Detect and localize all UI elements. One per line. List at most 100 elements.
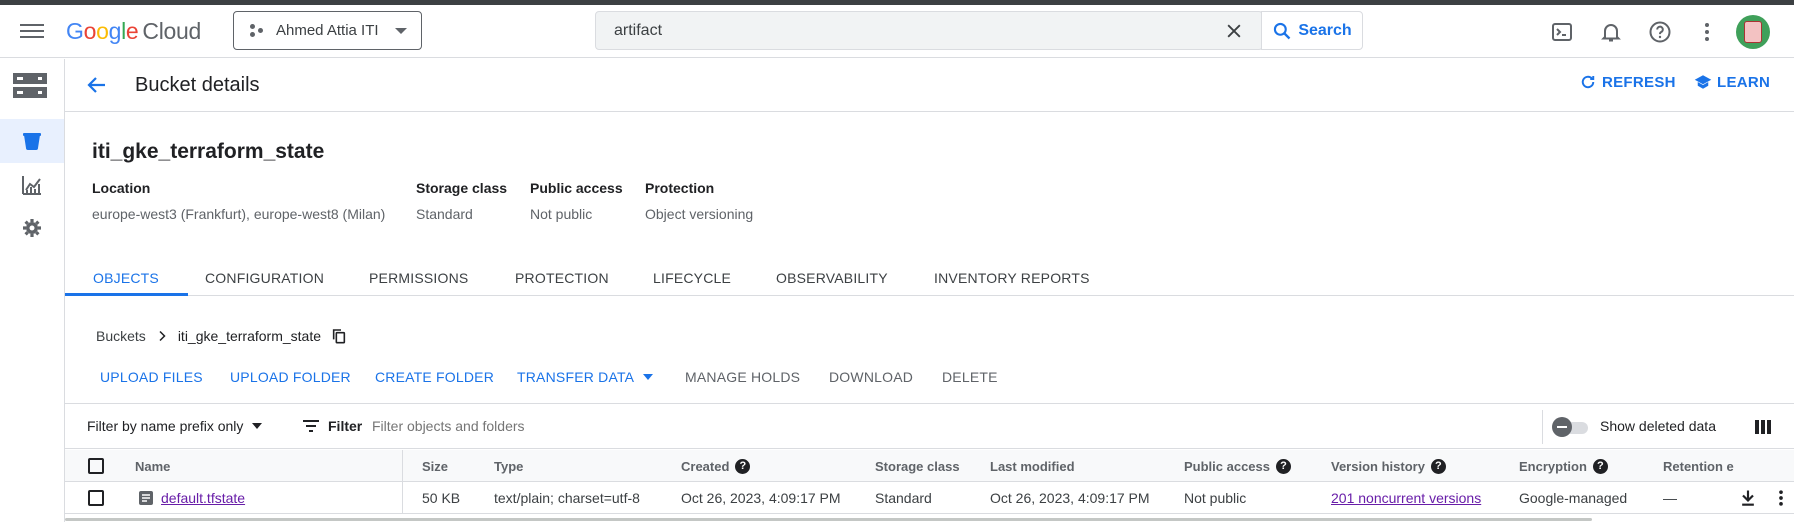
chevron-down-icon xyxy=(643,374,654,380)
tab-lifecycle[interactable]: LIFECYCLE xyxy=(653,270,731,286)
col-version-history[interactable]: Version history? xyxy=(1331,459,1446,474)
bell-icon[interactable] xyxy=(1599,20,1623,44)
cell-public-access: Not public xyxy=(1184,490,1247,506)
tab-protection[interactable]: PROTECTION xyxy=(515,270,609,286)
col-created[interactable]: Created? xyxy=(681,459,751,474)
help-icon[interactable]: ? xyxy=(1430,459,1446,474)
transfer-data-button[interactable]: TRANSFER DATA xyxy=(517,369,654,385)
meta-label: Location xyxy=(92,180,151,196)
download-button[interactable]: DOWNLOAD xyxy=(829,369,913,385)
left-rail xyxy=(0,59,65,522)
filter-input[interactable] xyxy=(372,416,1272,436)
school-icon xyxy=(1694,75,1712,89)
search-button-label: Search xyxy=(1298,21,1352,39)
settings-icon[interactable] xyxy=(20,216,44,240)
cell-created: Oct 26, 2023, 4:09:17 PM xyxy=(681,490,841,506)
copy-icon[interactable] xyxy=(331,328,347,344)
learn-button[interactable]: LEARN xyxy=(1694,73,1770,91)
page-title: Bucket details xyxy=(135,74,260,96)
help-icon[interactable] xyxy=(1648,20,1672,44)
filter-label: Filter xyxy=(328,418,363,434)
table-header: Name Size Type Created? Storage class La… xyxy=(65,450,1794,514)
meta-value: Object versioning xyxy=(645,206,754,222)
page-header: Bucket details REFRESH LEARN xyxy=(65,59,1794,112)
cell-last-modified: Oct 26, 2023, 4:09:17 PM xyxy=(990,490,1150,506)
filter-mode-select[interactable]: Filter by name prefix only xyxy=(87,418,263,434)
google-cloud-logo[interactable]: Google Cloud xyxy=(66,18,201,45)
meta-label: Public access xyxy=(530,180,623,196)
breadcrumb-buckets[interactable]: Buckets xyxy=(96,328,146,344)
more-vert-icon[interactable] xyxy=(1695,20,1719,44)
filter-button[interactable]: Filter xyxy=(302,418,362,434)
project-name: Ahmed Attia ITI xyxy=(276,22,379,39)
row-checkbox[interactable] xyxy=(88,490,104,506)
refresh-icon xyxy=(1581,75,1595,89)
search-icon xyxy=(1274,22,1291,39)
cell-size: 50 KB xyxy=(422,490,461,506)
cell-retention: — xyxy=(1663,490,1677,506)
col-retention[interactable]: Retention e xyxy=(1663,459,1753,474)
learn-label: LEARN xyxy=(1717,73,1771,91)
app-header: GoogleCloud Ahmed Attia ITI Search xyxy=(0,5,1794,58)
col-name[interactable]: Name xyxy=(135,459,170,474)
back-arrow-icon[interactable] xyxy=(85,73,109,97)
meta-label: Protection xyxy=(645,180,715,196)
filter-bar: Filter by name prefix only Filter Show d… xyxy=(65,403,1794,449)
tab-bar: OBJECTS CONFIGURATION PERMISSIONS PROTEC… xyxy=(65,264,1794,296)
avatar[interactable] xyxy=(1736,15,1770,49)
meta-value: europe-west3 (Frankfurt), europe-west8 (… xyxy=(92,206,386,222)
meta-protection: Protection Object versioning xyxy=(645,180,753,222)
col-encryption[interactable]: Encryption? xyxy=(1519,459,1608,474)
help-icon[interactable]: ? xyxy=(735,459,751,474)
refresh-label: REFRESH xyxy=(1602,73,1676,91)
select-all-checkbox[interactable] xyxy=(88,458,104,474)
transfer-data-label: TRANSFER DATA xyxy=(517,369,635,385)
meta-value: Standard xyxy=(416,206,473,222)
tab-observability[interactable]: OBSERVABILITY xyxy=(776,270,888,286)
monitoring-icon[interactable] xyxy=(20,173,44,197)
col-storage-class[interactable]: Storage class xyxy=(875,459,960,474)
tab-configuration[interactable]: CONFIGURATION xyxy=(205,270,324,286)
version-history-link[interactable]: 201 noncurrent versions xyxy=(1331,490,1481,506)
project-icon xyxy=(250,23,264,38)
menu-icon[interactable] xyxy=(20,21,44,41)
manage-holds-button[interactable]: MANAGE HOLDS xyxy=(685,369,800,385)
show-deleted-label: Show deleted data xyxy=(1600,418,1716,434)
col-last-modified[interactable]: Last modified xyxy=(990,459,1075,474)
divider xyxy=(1542,410,1543,444)
meta-public-access: Public access Not public xyxy=(530,180,623,222)
terminal-icon[interactable] xyxy=(1550,20,1574,44)
horizontal-scrollbar[interactable] xyxy=(65,518,1592,521)
storage-icon[interactable] xyxy=(12,71,48,101)
tab-permissions[interactable]: PERMISSIONS xyxy=(369,270,468,286)
col-type[interactable]: Type xyxy=(494,459,523,474)
col-size[interactable]: Size xyxy=(422,459,448,474)
object-name-link[interactable]: default.tfstate xyxy=(161,490,245,506)
bucket-icon[interactable] xyxy=(20,129,44,153)
refresh-button[interactable]: REFRESH xyxy=(1579,73,1676,91)
cell-storage-class: Standard xyxy=(875,490,932,506)
help-icon[interactable]: ? xyxy=(1592,459,1608,474)
upload-files-button[interactable]: UPLOAD FILES xyxy=(100,369,203,385)
upload-folder-button[interactable]: UPLOAD FOLDER xyxy=(230,369,351,385)
more-vert-icon[interactable] xyxy=(1771,488,1791,508)
tab-inventory-reports[interactable]: INVENTORY REPORTS xyxy=(934,270,1090,286)
show-deleted-toggle[interactable] xyxy=(1552,417,1590,437)
download-icon[interactable] xyxy=(1738,488,1758,508)
project-selector[interactable]: Ahmed Attia ITI xyxy=(233,11,422,50)
col-public-access[interactable]: Public access? xyxy=(1184,459,1291,474)
delete-button[interactable]: DELETE xyxy=(942,369,998,385)
tab-indicator xyxy=(65,293,188,296)
meta-storage-class: Storage class Standard xyxy=(416,180,507,222)
bucket-name: iti_gke_terraform_state xyxy=(92,140,325,163)
file-icon xyxy=(139,491,153,505)
chevron-down-icon xyxy=(395,27,407,34)
columns-icon[interactable] xyxy=(1753,417,1773,437)
help-icon[interactable]: ? xyxy=(1276,459,1291,474)
close-icon[interactable] xyxy=(1224,21,1244,41)
create-folder-button[interactable]: CREATE FOLDER xyxy=(375,369,494,385)
table-row[interactable]: default.tfstate 50 KB text/plain; charse… xyxy=(65,482,1794,514)
search-input[interactable] xyxy=(614,21,1214,41)
tab-objects[interactable]: OBJECTS xyxy=(93,270,159,286)
search-button[interactable]: Search xyxy=(1261,11,1363,50)
